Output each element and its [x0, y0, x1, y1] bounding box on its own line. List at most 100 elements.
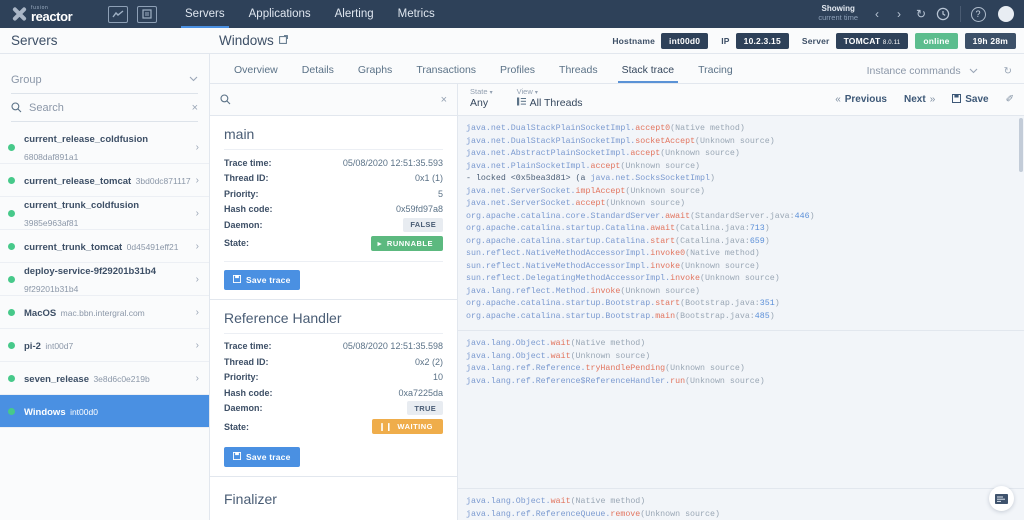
view-filter[interactable]: View ▾ All Threads: [516, 87, 583, 111]
previous-time-button[interactable]: ‹: [866, 0, 888, 28]
sidebar-item-windows[interactable]: Windows int00d0: [0, 395, 209, 428]
next-button[interactable]: Next»: [904, 94, 935, 105]
nav-link-metrics[interactable]: Metrics: [386, 0, 447, 28]
sidebar-item-seven-release[interactable]: seven_release 3e8d6c0e219b ›: [0, 362, 209, 395]
badge-uptime: 19h 28m: [964, 32, 1016, 49]
thread-name: Reference Handler: [224, 310, 443, 334]
instance-commands-dropdown[interactable]: Instance commands ↻: [867, 65, 1024, 83]
state-filter-label: State ▾: [470, 87, 493, 97]
save-trace-button[interactable]: Save trace: [224, 447, 300, 467]
thread-search-field[interactable]: ×: [210, 84, 458, 116]
logo-wordmark: reactor: [31, 8, 73, 24]
badge-hostname-value: int00d0: [661, 32, 709, 49]
close-icon[interactable]: ×: [441, 94, 447, 106]
clock-icon[interactable]: [932, 0, 954, 28]
priority-label: Priority:: [224, 372, 259, 383]
state-label: State:: [224, 421, 250, 432]
status-dot: [8, 275, 15, 283]
avatar[interactable]: [998, 6, 1014, 22]
server-name: pi-2: [24, 341, 41, 352]
chevron-down-icon: [969, 67, 978, 76]
nav-link-applications[interactable]: Applications: [237, 0, 323, 28]
tab-threads[interactable]: Threads: [547, 64, 610, 83]
view-filter-value: All Threads: [516, 97, 583, 111]
edit-icon[interactable]: ✐: [1006, 94, 1014, 105]
sidebar-item-current-trunk-coldfusion[interactable]: current_trunk_coldfusion 3985e963af81 ›: [0, 197, 209, 230]
server-id: 6808daf891a1: [24, 152, 79, 162]
stack-trace-line: java.net.DualStackPlainSocketImpl.socket…: [466, 136, 775, 146]
scrollbar[interactable]: [1019, 118, 1023, 172]
tab-details[interactable]: Details: [290, 64, 346, 83]
server-id: 3e8d6c0e219b: [93, 374, 150, 384]
instance-title: Windows: [210, 33, 288, 48]
priority-value: 10: [432, 372, 443, 383]
server-name: current_trunk_coldfusion: [24, 200, 140, 211]
sub-header: Servers Windows Hostname int00d0 IP 10.2…: [0, 28, 1024, 54]
badge-ip-label: IP: [721, 35, 730, 46]
table-row: Thread ID: 0x2 (2): [224, 354, 443, 370]
previous-button[interactable]: «Previous: [835, 94, 887, 105]
nav-link-alerting[interactable]: Alerting: [323, 0, 386, 28]
refresh-icon[interactable]: ↻: [910, 0, 932, 28]
hash-code-value: 0x59fd97a8: [395, 204, 443, 215]
nav-link-servers[interactable]: Servers: [173, 0, 237, 28]
fusionreactor-logo[interactable]: fusion reactor: [10, 3, 96, 25]
server-name: current_release_coldfusion: [24, 134, 149, 145]
badge-server-value: TOMCAT 8.0.11: [835, 32, 909, 49]
console-button[interactable]: [989, 486, 1014, 511]
save-trace-button[interactable]: Save trace: [224, 269, 300, 290]
save-button[interactable]: Save: [952, 94, 989, 105]
page-title: Servers: [11, 33, 58, 48]
priority-label: Priority:: [224, 188, 259, 199]
stack-trace-line: java.lang.ref.ReferenceQueue.remove(Unkn…: [466, 509, 720, 519]
help-button[interactable]: ?: [967, 0, 989, 28]
stack-trace-reference-handler: java.lang.Object.wait(Native method) java…: [458, 331, 1024, 489]
stack-trace-line: sun.reflect.NativeMethodAccessorImpl.inv…: [466, 249, 760, 258]
server-id: 3985e963af81: [24, 218, 79, 228]
server-search-field[interactable]: Search ×: [11, 94, 198, 122]
close-icon[interactable]: ×: [192, 102, 198, 114]
sidebar-item-current-trunk-tomcat[interactable]: current_trunk_tomcat 0d45491eff21 ›: [0, 230, 209, 263]
trace-time-label: Trace time:: [224, 157, 272, 168]
chart-icon[interactable]: [108, 5, 128, 23]
tab-profiles[interactable]: Profiles: [488, 64, 547, 83]
badge-ip: IP 10.2.3.15: [715, 32, 789, 49]
stack-trace-column[interactable]: java.net.DualStackPlainSocketImpl.accept…: [458, 116, 1024, 520]
next-time-button[interactable]: ›: [888, 0, 910, 28]
floppy-icon: [233, 274, 241, 285]
external-link-icon[interactable]: [278, 35, 288, 46]
sidebar-item-deploy-service[interactable]: deploy-service-9f29201b31b4 9f29201b31b4…: [0, 263, 209, 296]
toolbar-row: × State ▾ Any View ▾ All Threads «Previo…: [210, 84, 1024, 116]
stack-trace-line: java.lang.ref.Reference.tryHandlePending…: [466, 364, 745, 373]
priority-value: 5: [437, 188, 443, 199]
daemon-value: TRUE: [407, 401, 443, 416]
chevron-right-icon: ›: [195, 273, 199, 285]
sidebar-item-pi-2[interactable]: pi-2 int00d7 ›: [0, 329, 209, 362]
state-filter[interactable]: State ▾ Any: [470, 88, 493, 110]
sidebar-item-current-release-coldfusion[interactable]: current_release_coldfusion 6808daf891a1 …: [0, 131, 209, 164]
document-icon[interactable]: [137, 5, 157, 23]
tab-tracing[interactable]: Tracing: [686, 64, 745, 83]
sidebar-item-macos[interactable]: MacOS mac.bbn.intergral.com ›: [0, 296, 209, 329]
content-area: Overview Details Graphs Transactions Pro…: [210, 54, 1024, 520]
status-dot: [8, 209, 15, 217]
stack-trace-line: org.apache.catalina.startup.Bootstrap.ma…: [466, 311, 775, 321]
instance-commands-label: Instance commands: [866, 65, 961, 77]
status-dot: [8, 308, 15, 316]
tab-transactions[interactable]: Transactions: [404, 64, 488, 83]
table-row: Daemon: FALSE: [224, 217, 443, 233]
tab-stack-trace[interactable]: Stack trace: [610, 64, 687, 83]
tab-graphs[interactable]: Graphs: [346, 64, 404, 83]
thread-id-value: 0x2 (2): [414, 356, 443, 367]
view-filter-label: View ▾: [516, 87, 538, 97]
thread-card-main: main Trace time: 05/08/2020 12:51:35.593 …: [210, 116, 457, 300]
showing-line-2: current time: [818, 13, 858, 23]
trace-time-label: Trace time:: [224, 341, 272, 352]
tab-overview[interactable]: Overview: [222, 64, 290, 83]
thread-card-reference-handler: Reference Handler Trace time: 05/08/2020 …: [210, 299, 457, 477]
sidebar-item-current-release-tomcat[interactable]: current_release_tomcat 3bd0dc871117 ›: [0, 164, 209, 197]
daemon-value: FALSE: [403, 217, 443, 232]
refresh-icon[interactable]: ↻: [1004, 66, 1012, 77]
chevron-right-icon: ›: [195, 306, 199, 318]
group-filter-dropdown[interactable]: Group: [11, 66, 198, 94]
